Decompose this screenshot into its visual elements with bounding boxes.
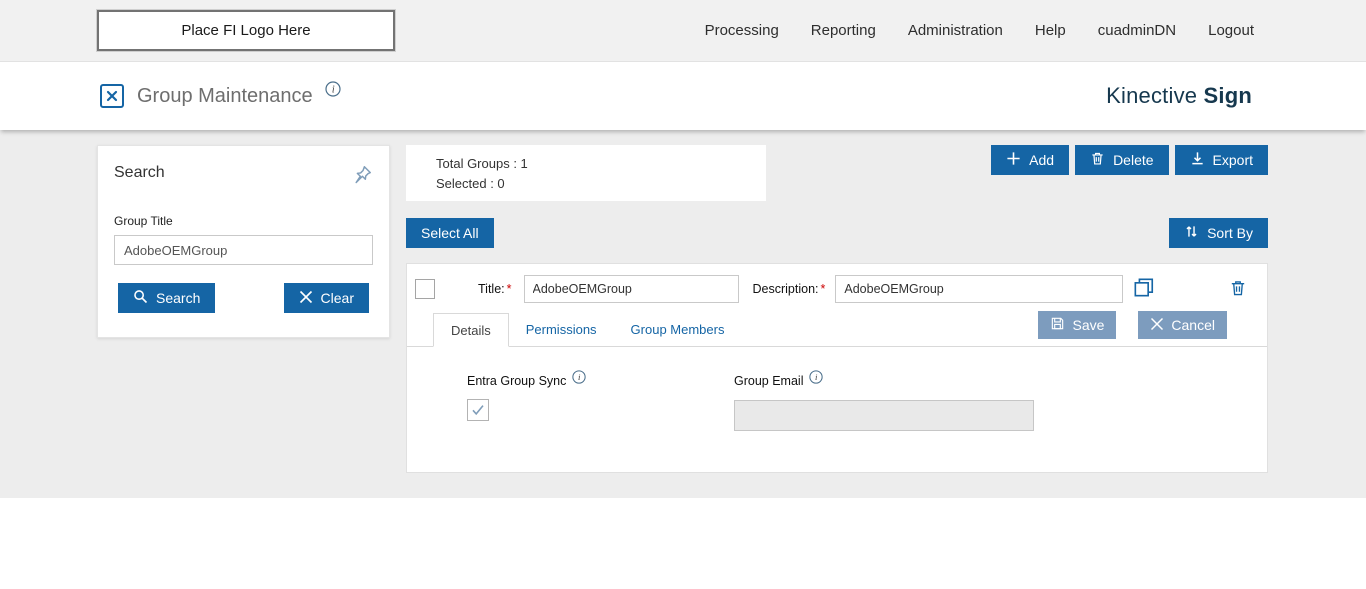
download-icon	[1190, 151, 1205, 169]
svg-text:i: i	[816, 372, 819, 382]
total-groups-count: Total Groups : 1	[436, 156, 528, 171]
details-tab-content: Entra Group Sync i Group Email i	[407, 347, 1267, 431]
add-button-label: Add	[1029, 152, 1055, 168]
group-email-input	[734, 400, 1034, 431]
description-required-marker: *	[820, 282, 826, 296]
group-title-input[interactable]	[114, 235, 373, 265]
sort-by-button[interactable]: Sort By	[1169, 218, 1268, 248]
description-input[interactable]	[835, 275, 1124, 303]
page-title: Group Maintenance	[137, 84, 313, 107]
group-tabs: Details Permissions Group Members Save C…	[407, 311, 1267, 347]
plus-icon	[1006, 151, 1021, 169]
title-label: Title: *	[478, 282, 512, 296]
svg-text:i: i	[332, 85, 335, 96]
brand-suffix: Sign	[1203, 83, 1252, 108]
group-row-card: Title:* Description:*	[406, 263, 1268, 473]
groups-area: Total Groups : 1 Selected : 0 Add Delete…	[406, 145, 1268, 473]
nav-processing[interactable]: Processing	[705, 22, 779, 39]
add-button[interactable]: Add	[991, 145, 1070, 175]
export-button[interactable]: Export	[1174, 145, 1268, 175]
save-cancel-actions: Save Cancel	[1038, 311, 1227, 339]
entra-info-icon[interactable]: i	[572, 370, 587, 384]
sort-arrows-icon	[1184, 224, 1199, 242]
entra-sync-checkbox[interactable]	[467, 399, 489, 421]
select-all-button[interactable]: Select All	[406, 218, 494, 248]
nav-user-cuadmindn[interactable]: cuadminDN	[1098, 22, 1176, 39]
search-panel: Search Group Title Search	[97, 145, 390, 338]
description-label: Description: *	[752, 282, 826, 296]
delete-button-label: Delete	[1113, 152, 1154, 168]
sort-by-label: Sort By	[1207, 225, 1253, 241]
page-header-bar: Group Maintenance i Kinective Sign	[0, 62, 1366, 130]
pin-icon[interactable]	[352, 164, 373, 190]
brand-logo: Kinective Sign	[1106, 83, 1252, 109]
summary-card: Total Groups : 1 Selected : 0	[406, 145, 766, 201]
group-row-header: Title:* Description:*	[407, 264, 1267, 312]
selected-count: Selected : 0	[436, 176, 505, 191]
group-title-label: Group Title	[114, 214, 173, 228]
save-floppy-icon	[1050, 316, 1065, 334]
fi-logo-text: Place FI Logo Here	[181, 22, 311, 39]
top-bar: Place FI Logo Here Processing Reporting …	[0, 0, 1366, 62]
nav-logout[interactable]: Logout	[1208, 22, 1254, 39]
group-actions: Add Delete Export	[991, 145, 1268, 175]
brand-name: Kinective	[1106, 83, 1198, 108]
save-button-label: Save	[1072, 317, 1105, 333]
select-all-label: Select All	[421, 225, 479, 241]
trash-icon	[1090, 151, 1105, 169]
cancel-button[interactable]: Cancel	[1138, 311, 1227, 339]
tab-details[interactable]: Details	[433, 313, 509, 347]
clear-button-label: Clear	[320, 290, 354, 306]
page-title-group: Group Maintenance i	[99, 81, 341, 109]
group-email-info-icon[interactable]: i	[809, 370, 824, 384]
top-nav: Processing Reporting Administration Help…	[705, 22, 1254, 39]
search-button[interactable]: Search	[118, 283, 216, 313]
group-email-field: Group Email i	[734, 370, 1034, 431]
title-input[interactable]	[523, 275, 739, 303]
trash-icon	[1229, 279, 1247, 300]
entra-group-sync-label: Entra Group Sync	[467, 374, 567, 388]
cancel-x-icon	[1150, 317, 1164, 334]
delete-group-row-button[interactable]	[1229, 279, 1247, 300]
search-panel-title: Search	[114, 164, 165, 181]
page-info-icon[interactable]: i	[325, 81, 341, 97]
search-icon	[133, 289, 148, 307]
entra-group-sync-field: Entra Group Sync i	[467, 370, 734, 431]
clear-x-icon	[299, 290, 313, 307]
nav-reporting[interactable]: Reporting	[811, 22, 876, 39]
svg-text:i: i	[578, 372, 581, 382]
group-email-label: Group Email	[734, 374, 804, 388]
nav-help[interactable]: Help	[1035, 22, 1066, 39]
delete-button[interactable]: Delete	[1075, 145, 1169, 175]
group-maintenance-icon	[99, 83, 125, 109]
export-button-label: Export	[1212, 152, 1253, 168]
nav-administration[interactable]: Administration	[908, 22, 1003, 39]
copy-icon	[1133, 277, 1154, 301]
tab-group-members[interactable]: Group Members	[614, 312, 742, 346]
clear-button[interactable]: Clear	[283, 283, 369, 313]
main-content: Search Group Title Search	[0, 130, 1366, 498]
title-required-marker: *	[506, 282, 512, 296]
fi-logo-placeholder: Place FI Logo Here	[97, 10, 395, 51]
save-button[interactable]: Save	[1038, 311, 1117, 339]
cancel-button-label: Cancel	[1171, 317, 1215, 333]
row-select-checkbox[interactable]	[415, 279, 435, 299]
copy-group-button[interactable]	[1133, 277, 1154, 301]
tab-permissions[interactable]: Permissions	[509, 312, 614, 346]
search-button-label: Search	[156, 290, 201, 306]
